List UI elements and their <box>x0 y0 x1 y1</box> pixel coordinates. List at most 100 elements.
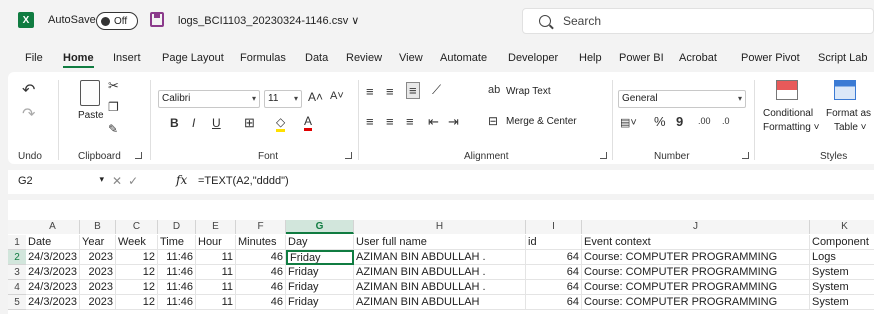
merge-center-button[interactable]: Merge & Center <box>506 116 577 127</box>
cell-c4[interactable]: 12 <box>116 280 158 295</box>
align-left-icon[interactable]: ≡ <box>366 114 374 129</box>
format-painter-icon[interactable]: ✎ <box>108 122 118 136</box>
accounting-format-icon[interactable]: ▤˅ <box>620 116 637 129</box>
cell-d3[interactable]: 11:46 <box>158 265 196 280</box>
cell-j2[interactable]: Course: COMPUTER PROGRAMMING <box>582 250 810 265</box>
tab-formulas[interactable]: Formulas <box>240 52 286 64</box>
column-header-k[interactable]: K <box>810 220 874 234</box>
header-cell-j1[interactable]: Event context <box>582 235 810 250</box>
column-header-d[interactable]: D <box>158 220 196 234</box>
header-cell-i1[interactable]: id <box>526 235 582 250</box>
cell-c3[interactable]: 12 <box>116 265 158 280</box>
tab-home[interactable]: Home <box>63 52 94 68</box>
clipboard-launcher-icon[interactable] <box>135 152 142 159</box>
redo-icon[interactable]: ↷ <box>22 104 35 124</box>
cell-b4[interactable]: 2023 <box>80 280 116 295</box>
cell-k5[interactable]: System <box>810 295 874 310</box>
conditional-formatting-button-line2[interactable]: Formatting ˅ <box>763 122 819 133</box>
column-header-a[interactable]: A <box>26 220 80 234</box>
cell-a5[interactable]: 24/3/2023 <box>26 295 80 310</box>
paste-button[interactable]: Paste <box>78 110 104 121</box>
insert-function-icon[interactable]: fx <box>176 173 187 187</box>
tab-help[interactable]: Help <box>579 52 602 64</box>
column-header-b[interactable]: B <box>80 220 116 234</box>
row-header-4[interactable]: 4 <box>8 280 26 295</box>
copy-icon[interactable]: ❐ <box>108 100 119 114</box>
header-cell-k1[interactable]: Component <box>810 235 874 250</box>
increase-indent-icon[interactable]: ⇥ <box>448 114 459 130</box>
cell-e3[interactable]: 11 <box>196 265 236 280</box>
undo-icon[interactable]: ↶ <box>22 80 35 100</box>
underline-icon[interactable]: U <box>212 116 221 130</box>
tab-acrobat[interactable]: Acrobat <box>679 52 717 64</box>
tab-review[interactable]: Review <box>346 52 382 64</box>
orientation-icon[interactable]: ⟋ <box>432 82 441 98</box>
align-right-icon[interactable]: ≡ <box>406 114 414 129</box>
alignment-launcher-icon[interactable] <box>600 152 607 159</box>
format-as-table-button-line2[interactable]: Table ˅ <box>834 122 867 133</box>
column-header-c[interactable]: C <box>116 220 158 234</box>
align-center-icon[interactable]: ≡ <box>386 114 394 129</box>
cell-h4[interactable]: AZIMAN BIN ABDULLAH . <box>354 280 526 295</box>
format-as-table-icon[interactable] <box>834 80 856 100</box>
paste-icon[interactable] <box>80 80 100 106</box>
header-cell-f1[interactable]: Minutes <box>236 235 286 250</box>
decrease-indent-icon[interactable]: ⇤ <box>428 114 439 130</box>
cell-i2[interactable]: 64 <box>526 250 582 265</box>
merge-center-icon[interactable]: ⊟ <box>488 114 498 128</box>
cell-b5[interactable]: 2023 <box>80 295 116 310</box>
header-cell-e1[interactable]: Hour <box>196 235 236 250</box>
cell-f3[interactable]: 46 <box>236 265 286 280</box>
cell-f5[interactable]: 46 <box>236 295 286 310</box>
cell-c2[interactable]: 12 <box>116 250 158 265</box>
cell-k2[interactable]: Logs <box>810 250 874 265</box>
font-name-select[interactable]: Calibri ▾ <box>158 90 260 108</box>
cell-e2[interactable]: 11 <box>196 250 236 265</box>
column-header-j[interactable]: J <box>582 220 810 234</box>
wrap-text-icon[interactable]: ab <box>488 84 500 96</box>
formula-input[interactable]: =TEXT(A2,"dddd") <box>198 175 289 187</box>
percent-icon[interactable]: % <box>654 114 666 129</box>
number-launcher-icon[interactable] <box>742 152 749 159</box>
save-icon[interactable] <box>150 12 164 27</box>
cell-g5[interactable]: Friday <box>286 295 354 310</box>
cell-k4[interactable]: System <box>810 280 874 295</box>
tab-script-lab[interactable]: Script Lab <box>818 52 868 64</box>
row-header-5[interactable]: 5 <box>8 295 26 310</box>
cut-icon[interactable]: ✂ <box>108 78 119 94</box>
row-header-1[interactable]: 1 <box>8 235 26 250</box>
decrease-font-icon[interactable]: A˅ <box>330 90 344 102</box>
row-header-3[interactable]: 3 <box>8 265 26 280</box>
worksheet-grid[interactable]: A B C D E F G H I J K 1 2 3 4 5 Date Year… <box>8 200 874 314</box>
header-cell-a1[interactable]: Date <box>26 235 80 250</box>
cell-g3[interactable]: Friday <box>286 265 354 280</box>
conditional-formatting-button[interactable]: Conditional <box>763 108 813 119</box>
name-box[interactable]: G2 ▾ <box>8 170 108 194</box>
font-color-icon[interactable]: A <box>304 114 313 131</box>
cell-c5[interactable]: 12 <box>116 295 158 310</box>
cell-j4[interactable]: Course: COMPUTER PROGRAMMING <box>582 280 810 295</box>
header-cell-g1[interactable]: Day <box>286 235 354 250</box>
cell-f4[interactable]: 46 <box>236 280 286 295</box>
cell-e4[interactable]: 11 <box>196 280 236 295</box>
font-size-select[interactable]: 11 ▾ <box>264 90 302 108</box>
cell-j3[interactable]: Course: COMPUTER PROGRAMMING <box>582 265 810 280</box>
tab-developer[interactable]: Developer <box>508 52 558 64</box>
header-cell-c1[interactable]: Week <box>116 235 158 250</box>
column-header-i[interactable]: I <box>526 220 582 234</box>
increase-decimal-icon[interactable]: .00 <box>698 116 711 126</box>
number-format-select[interactable]: General ▾ <box>618 90 746 108</box>
borders-icon[interactable]: ⊞ <box>244 115 255 131</box>
cancel-icon[interactable]: ✕ <box>112 174 128 188</box>
align-middle-icon[interactable]: ≡ <box>386 84 394 99</box>
header-cell-b1[interactable]: Year <box>80 235 116 250</box>
column-header-g[interactable]: G <box>286 220 354 234</box>
align-top-icon[interactable]: ≡ <box>366 84 374 99</box>
cell-i3[interactable]: 64 <box>526 265 582 280</box>
tab-file[interactable]: File <box>25 52 43 64</box>
tab-insert[interactable]: Insert <box>113 52 141 64</box>
tab-data[interactable]: Data <box>305 52 328 64</box>
cell-g4[interactable]: Friday <box>286 280 354 295</box>
cell-h5[interactable]: AZIMAN BIN ABDULLAH <box>354 295 526 310</box>
tab-page-layout[interactable]: Page Layout <box>162 52 224 64</box>
